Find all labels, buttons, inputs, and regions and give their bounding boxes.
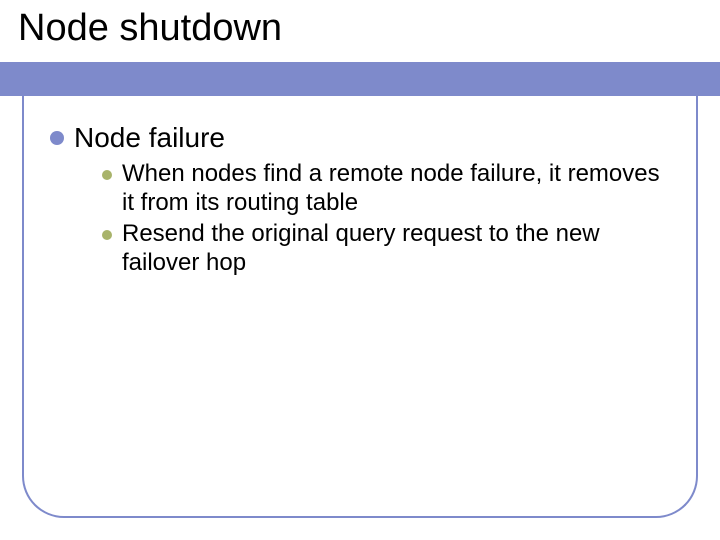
level2-text: When nodes find a remote node failure, i…: [122, 160, 662, 218]
bullet-icon: [102, 230, 112, 240]
bullet-icon: [102, 170, 112, 180]
level2-list: When nodes find a remote node failure, i…: [102, 160, 680, 277]
list-item: Node failure: [50, 122, 680, 154]
list-item: When nodes find a remote node failure, i…: [102, 160, 680, 218]
slide-title: Node shutdown: [18, 8, 286, 52]
level1-text: Node failure: [74, 122, 225, 154]
slide: Node shutdown Node failure When nodes fi…: [0, 0, 720, 540]
bullet-icon: [50, 131, 64, 145]
level2-text: Resend the original query request to the…: [122, 220, 662, 278]
list-item: Resend the original query request to the…: [102, 220, 680, 278]
content-area: Node failure When nodes find a remote no…: [50, 122, 680, 279]
